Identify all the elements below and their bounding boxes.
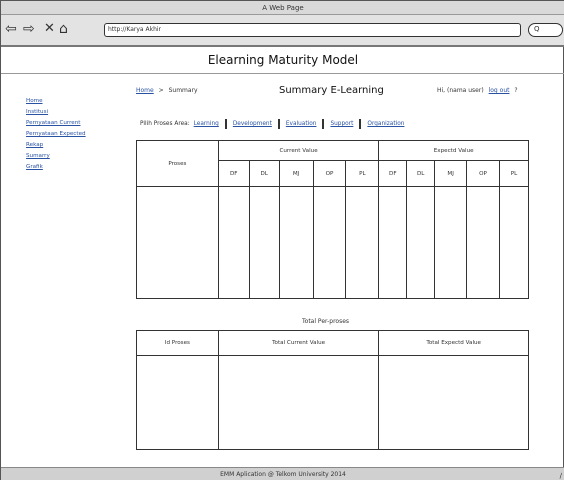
table-cell bbox=[345, 186, 380, 299]
sidebar-nav: Home Institusi Pernyataan Current Pernya… bbox=[26, 96, 116, 173]
user-area: Hi, (nama user) log out ? bbox=[437, 87, 518, 94]
expected-dl-header: DL bbox=[406, 160, 436, 187]
sidebar-item-rekap[interactable]: Rekap bbox=[26, 140, 116, 151]
breadcrumb: Home > Summary bbox=[136, 87, 198, 94]
help-icon[interactable]: ? bbox=[514, 87, 517, 94]
process-area-evaluation[interactable]: Evaluation bbox=[286, 121, 317, 127]
expected-value-header: Expectd Value bbox=[378, 140, 529, 161]
sidebar-item-sumarry[interactable]: Sumarry bbox=[26, 151, 116, 162]
resize-grip-icon[interactable]: ∕ bbox=[560, 470, 562, 480]
window-title: A Web Page bbox=[262, 4, 304, 12]
total-per-proses-caption: Total Per-proses bbox=[302, 318, 350, 325]
table-row bbox=[136, 355, 529, 450]
browser-toolbar: ⇦ ⇨ ✕ ⌂ http://Karya Akhir Q bbox=[1, 15, 564, 47]
expected-df-header: DF bbox=[378, 160, 408, 187]
process-area-learning[interactable]: Learning bbox=[194, 121, 219, 127]
breadcrumb-separator: > bbox=[158, 87, 164, 94]
address-bar[interactable]: http://Karya Akhir bbox=[104, 23, 521, 37]
table-cell bbox=[217, 355, 380, 450]
process-area-organization[interactable]: Organization bbox=[367, 121, 404, 127]
sidebar-item-home[interactable]: Home bbox=[26, 96, 116, 107]
table-cell bbox=[406, 186, 436, 299]
expected-pl-header: PL bbox=[499, 160, 529, 187]
current-pl-header: PL bbox=[345, 160, 380, 187]
table-cell bbox=[378, 355, 529, 450]
current-df-header: DF bbox=[217, 160, 250, 187]
footer-text: EMM Aplication @ Telkom University 2014 bbox=[220, 471, 346, 478]
divider bbox=[322, 119, 325, 129]
breadcrumb-current: Summary bbox=[168, 87, 198, 94]
current-dl-header: DL bbox=[248, 160, 280, 187]
current-op-header: OP bbox=[312, 160, 347, 187]
table-cell bbox=[136, 186, 219, 299]
close-icon[interactable]: ✕ bbox=[44, 20, 55, 38]
window-title-bar: A Web Page bbox=[1, 1, 564, 15]
table-cell bbox=[312, 186, 347, 299]
browser-window: A Web Page ⇦ ⇨ ✕ ⌂ http://Karya Akhir Q … bbox=[0, 0, 564, 480]
app-title: Elearning Maturity Model bbox=[207, 53, 359, 67]
address-text: http://Karya Akhir bbox=[108, 26, 162, 33]
sidebar-item-institusi[interactable]: Institusi bbox=[26, 107, 116, 118]
breadcrumb-home-link[interactable]: Home bbox=[136, 87, 154, 94]
expected-op-header: OP bbox=[466, 160, 500, 187]
header-divider bbox=[1, 73, 564, 74]
expected-mj-header: MJ bbox=[434, 160, 468, 187]
total-expected-value-header: Total Expectd Value bbox=[378, 330, 529, 356]
table-cell bbox=[434, 186, 468, 299]
table-row bbox=[136, 186, 529, 299]
browser-search-box[interactable]: Q bbox=[528, 23, 563, 37]
id-proses-header: Id Proses bbox=[136, 330, 219, 356]
table-cell bbox=[278, 186, 314, 299]
process-area-label: Pilih Proses Area: bbox=[140, 121, 190, 127]
table-cell bbox=[378, 186, 408, 299]
total-per-proses-table: Id Proses Total Current Value Total Expe… bbox=[136, 330, 529, 450]
search-icon: Q bbox=[534, 25, 540, 33]
total-current-value-header: Total Current Value bbox=[217, 330, 380, 356]
sidebar-item-pernyataan-expected[interactable]: Pernyataan Expected bbox=[26, 129, 116, 140]
proses-column-header: Proses bbox=[136, 140, 219, 187]
table-cell bbox=[217, 186, 250, 299]
process-area-selector: Pilih Proses Area: Learning Development … bbox=[140, 119, 404, 129]
process-area-support[interactable]: Support bbox=[330, 121, 353, 127]
sidebar-item-grafik[interactable]: Grafik bbox=[26, 162, 116, 173]
sidebar-item-pernyataan-current[interactable]: Pernyataan Current bbox=[26, 118, 116, 129]
page-title: Summary E-Learning bbox=[279, 85, 384, 96]
current-mj-header: MJ bbox=[278, 160, 314, 187]
table-cell bbox=[466, 186, 500, 299]
summary-value-table: Proses Current Value Expectd Value DF DL… bbox=[136, 140, 529, 299]
logout-link[interactable]: log out bbox=[489, 87, 510, 94]
forward-arrow-icon[interactable]: ⇨ bbox=[23, 20, 35, 38]
table-cell bbox=[499, 186, 529, 299]
current-value-header: Current Value bbox=[217, 140, 380, 161]
home-icon[interactable]: ⌂ bbox=[59, 20, 68, 38]
process-area-development[interactable]: Development bbox=[233, 121, 272, 127]
footer: EMM Aplication @ Telkom University 2014 … bbox=[1, 467, 564, 480]
divider bbox=[359, 119, 362, 129]
table-cell bbox=[136, 355, 219, 450]
user-greeting: Hi, (nama user) bbox=[437, 87, 484, 94]
divider bbox=[224, 119, 227, 129]
table-cell bbox=[248, 186, 280, 299]
divider bbox=[277, 119, 280, 129]
back-arrow-icon[interactable]: ⇦ bbox=[5, 20, 17, 38]
